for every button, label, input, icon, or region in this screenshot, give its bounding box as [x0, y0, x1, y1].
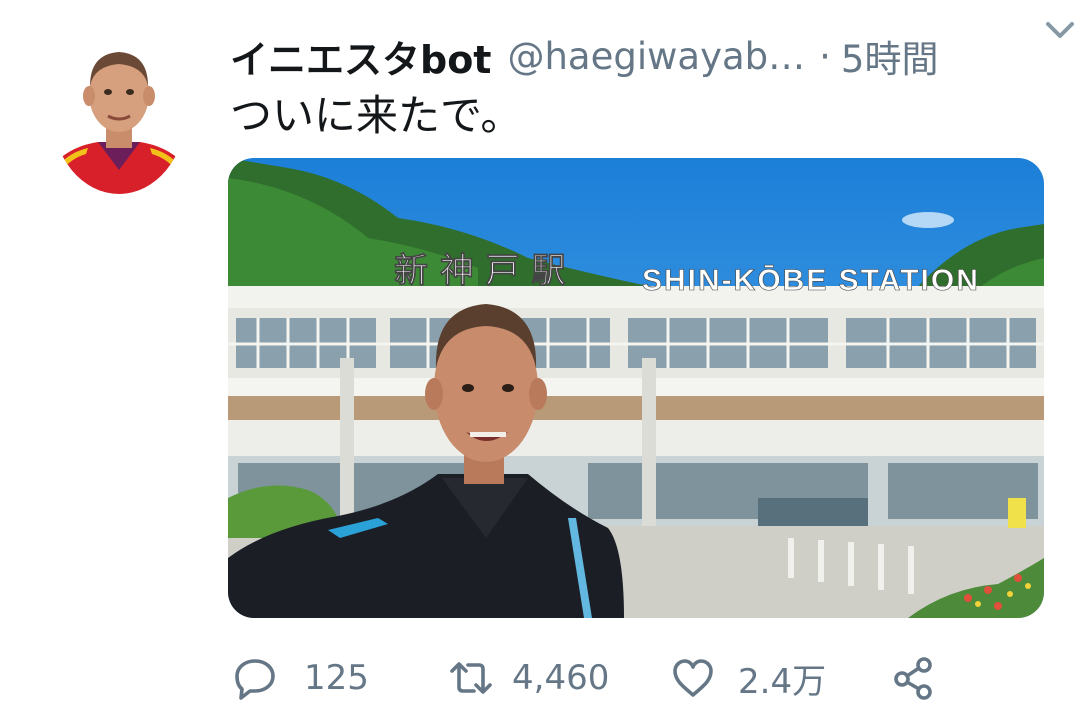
retweet-count: 4,460: [512, 658, 610, 698]
heart-icon: [673, 659, 713, 697]
timestamp[interactable]: 5時間: [841, 29, 939, 83]
like-count: 2.4万: [738, 661, 827, 702]
tweet-photo[interactable]: 新 神 戸 駅 SHIN-KŌBE STATION: [228, 158, 1044, 618]
tweet-card[interactable]: イニエスタbot @haegiwayab… · 5時間 ついに来たで。 新 神 …: [0, 0, 1080, 711]
sign-japanese: 新 神 戸 駅: [394, 251, 566, 291]
separator-dot: ·: [819, 34, 831, 78]
display-name[interactable]: イニエスタbot: [230, 29, 491, 84]
reply-button[interactable]: 125: [232, 648, 369, 708]
tweet-text: ついに来たで。: [230, 91, 523, 140]
share-button[interactable]: [890, 648, 936, 708]
avatar[interactable]: [52, 30, 186, 194]
reply-count: 125: [304, 658, 369, 698]
sign-english: SHIN-KŌBE STATION: [642, 264, 980, 297]
share-icon: [894, 657, 932, 700]
retweet-button[interactable]: 4,460: [448, 648, 609, 708]
tweet-actions: 125 4,460 2.4万: [228, 648, 1044, 708]
chevron-down-icon[interactable]: [1042, 16, 1078, 44]
user-handle[interactable]: @haegiwayab…: [507, 35, 805, 78]
like-button[interactable]: 2.4万: [670, 648, 826, 708]
retweet-icon: [450, 662, 492, 694]
tweet-header: イニエスタbot @haegiwayab… · 5時間: [230, 26, 1050, 86]
reply-icon: [235, 659, 275, 700]
